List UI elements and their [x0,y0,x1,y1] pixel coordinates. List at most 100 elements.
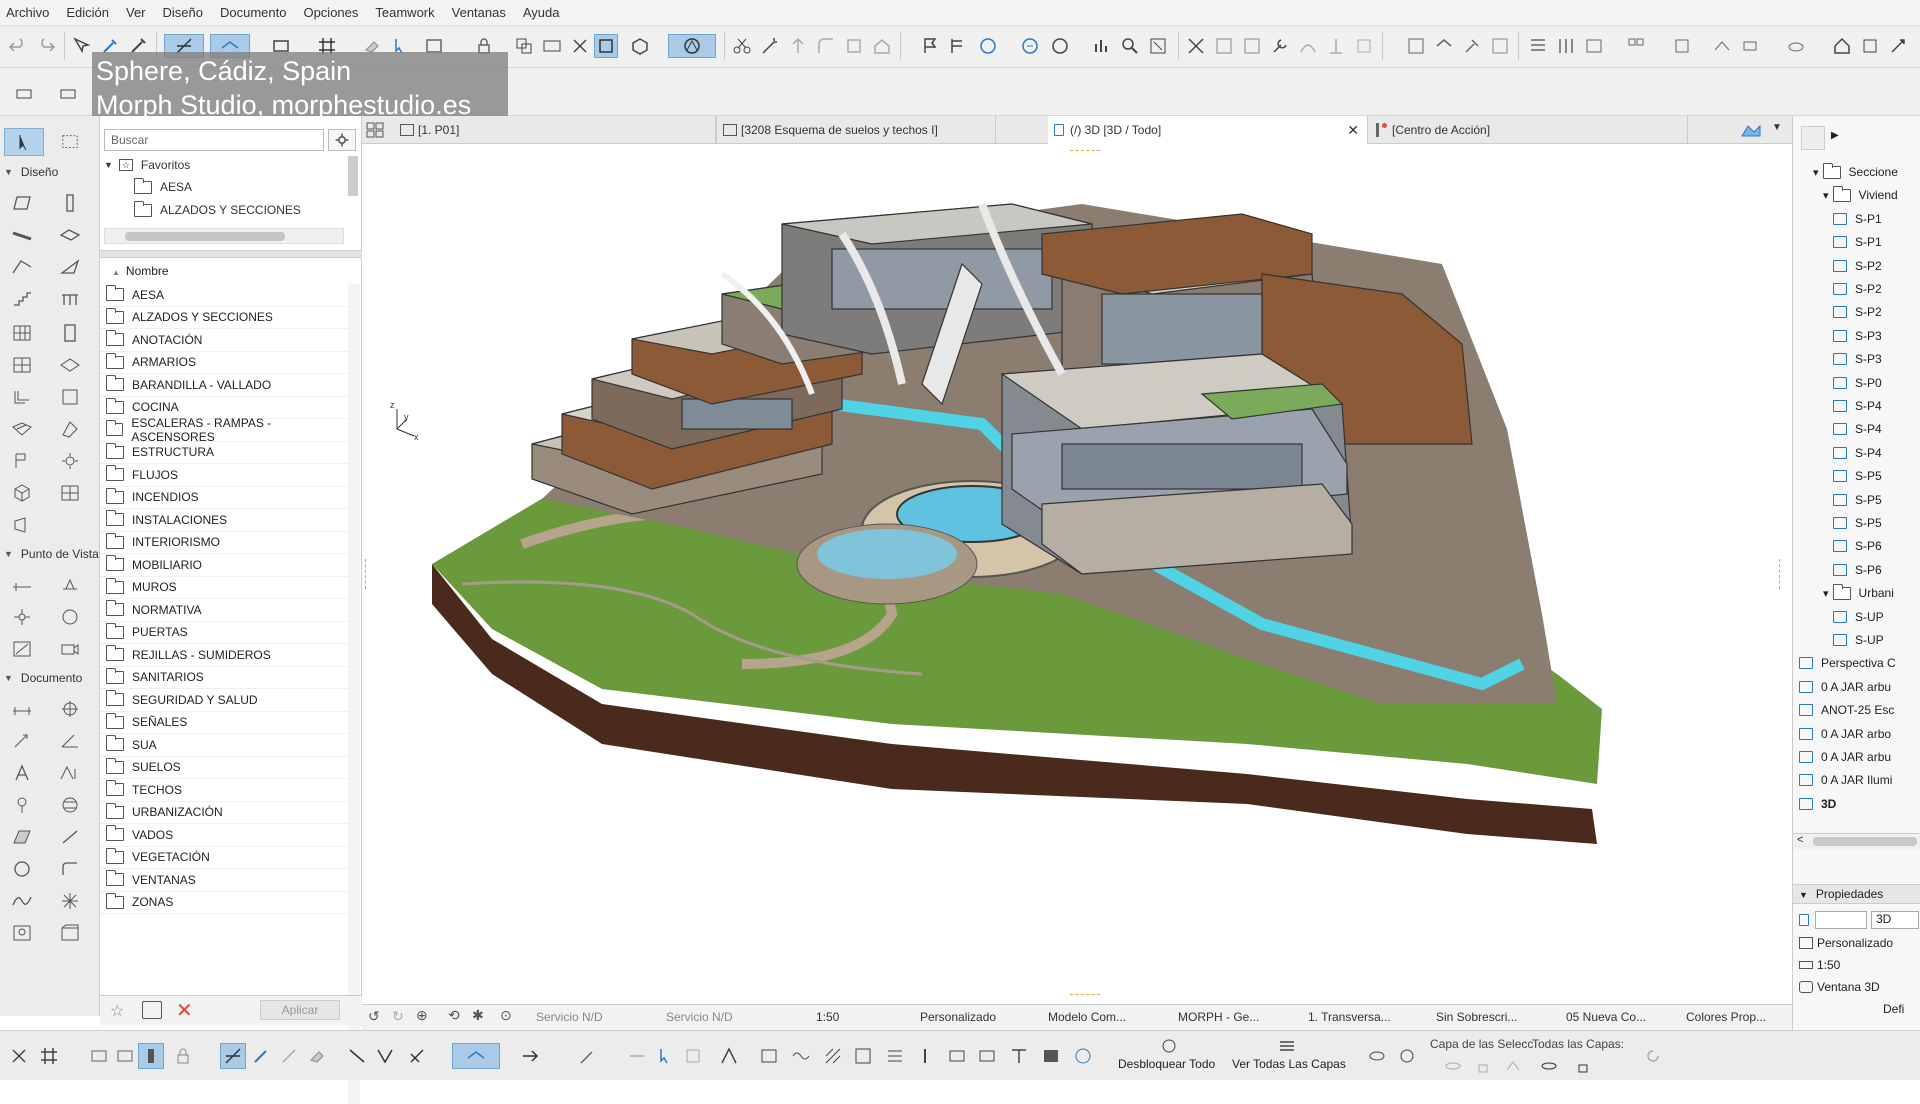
elevation-icon[interactable] [1324,34,1348,58]
object-tool-icon[interactable] [8,384,36,410]
menu-teamwork[interactable]: Teamwork [375,5,434,20]
view-map-item[interactable]: S-P4 [1833,442,1882,464]
cloud-icon[interactable] [1778,34,1814,58]
show-layers-icon[interactable] [1274,1033,1300,1059]
multiply-icon[interactable] [680,1043,706,1069]
spline-tool-icon[interactable] [8,888,36,914]
grid-snap-bottom-icon[interactable] [36,1043,62,1069]
folder-row[interactable]: SUA [100,734,348,757]
detail-icon[interactable] [8,636,36,662]
undo-zoom-icon[interactable]: ↺ [368,1008,380,1025]
view-map-item[interactable]: S-P5 [1833,489,1882,511]
fit-window-icon[interactable] [1146,34,1170,58]
favorite-item[interactable]: AESA [134,176,192,198]
teamwork-receive-icon[interactable] [1048,34,1072,58]
fit-icon[interactable]: ⊙ [500,1007,512,1024]
view-map-item[interactable]: S-UP [1833,629,1884,651]
view-map-icon[interactable] [1801,126,1825,150]
distribute-icon[interactable] [1554,34,1578,58]
tab-grid-icon[interactable] [366,122,384,138]
view-map-item[interactable]: S-P4 [1833,395,1882,417]
view-map-item[interactable]: S-P4 [1833,418,1882,440]
favorites-header[interactable]: ▼ ☆ Favoritos [104,154,190,176]
folder-row[interactable]: PUERTAS [100,622,348,644]
window-tool-icon[interactable] [8,352,36,378]
split-icon[interactable] [1184,34,1208,58]
home-icon[interactable] [1830,34,1854,58]
pin-icon[interactable] [8,792,36,818]
folder-row[interactable]: ALZADOS Y SECCIONES [100,307,348,329]
tab-3d-view[interactable]: (/) 3D [3D / Todo] ✕ [1048,116,1368,144]
circle-tool-icon[interactable] [8,856,36,882]
zoom-in-icon[interactable]: ⊕ [416,1007,428,1024]
solid-ops-icon[interactable] [1488,34,1512,58]
all-layers-lock-icon[interactable] [1570,1053,1596,1079]
status-overrides[interactable]: Sin Sobrescri... [1436,1010,1517,1024]
folder-row[interactable]: URBANIZACIÓN [100,802,348,824]
polyline-tool-icon[interactable] [56,856,84,882]
redo-zoom-icon[interactable]: ↻ [392,1008,404,1025]
radial-dimension-icon[interactable] [8,728,36,754]
group-icon[interactable] [512,34,536,58]
cross-snap-icon[interactable] [6,1043,32,1069]
section-marker-icon[interactable] [944,1043,970,1069]
view-map-item[interactable]: S-P3 [1833,325,1882,347]
menu-documento[interactable]: Documento [220,5,286,20]
new-folder-icon[interactable] [142,1001,162,1019]
menu-opciones[interactable]: Opciones [303,5,358,20]
view-map-item[interactable]: 3D [1799,793,1836,815]
layer-eye-icon[interactable] [1440,1053,1466,1079]
table-icon[interactable] [1582,34,1606,58]
section-icon[interactable] [1432,34,1456,58]
favorites-vscrollbar[interactable] [348,156,358,196]
folder-row[interactable]: BARANDILLA - VALLADO [100,374,348,397]
3d-view-icon[interactable] [622,34,658,58]
redo-icon[interactable] [34,34,58,58]
shell-tool-icon[interactable] [56,254,84,280]
view-map-item[interactable]: S-P2 [1833,301,1882,323]
line-tool-icon[interactable] [56,824,84,850]
arrange-icon[interactable] [1664,34,1700,58]
marquee-tool-icon[interactable] [56,132,84,152]
roof-icon[interactable] [870,34,894,58]
view-map-item[interactable]: 0 A JAR Ilumi [1799,769,1892,791]
section-design[interactable]: ▼ Diseño [4,165,58,179]
folder-row[interactable]: SEÑALES [100,712,348,734]
snap-grid-icon[interactable] [716,1043,742,1069]
roof-tool-icon[interactable] [8,254,36,280]
delete-icon[interactable]: ✕ [176,998,193,1023]
orbit-icon[interactable]: ⟲ [448,1007,460,1024]
view-map-item[interactable]: ▾ Urbani [1823,582,1894,604]
properties-header[interactable]: ▼ Propiedades [1793,884,1920,904]
perspective-icon[interactable] [668,34,716,58]
folder-row[interactable]: ANOTACIÓN [100,329,348,352]
stretch-icon[interactable] [1240,34,1264,58]
view-map-item[interactable]: ▾ Seccione [1813,161,1898,183]
door-tool-icon[interactable] [56,320,84,346]
folder-row[interactable]: ESTRUCTURA [100,442,348,464]
status-colors[interactable]: Colores Prop... [1686,1010,1766,1024]
view-map-item[interactable]: S-P3 [1833,348,1882,370]
label-tool-icon[interactable] [56,760,84,786]
view-map-item[interactable]: S-P5 [1833,512,1882,534]
unlock-all-label[interactable]: Desbloquear Todo [1118,1057,1215,1071]
folder-row[interactable]: REJILLAS - SUMIDEROS [100,644,348,667]
globe-icon[interactable] [1070,1043,1096,1069]
snap-bottom-icon[interactable] [452,1043,500,1069]
folder-row[interactable]: INSTALACIONES [100,509,348,532]
folder-row[interactable]: ESCALERAS - RAMPAS - ASCENSORES [100,416,348,444]
walk-icon[interactable]: ✱ [472,1007,484,1024]
curve-icon[interactable] [1296,34,1320,58]
fillet-icon[interactable] [814,34,838,58]
folder-row[interactable]: ARMARIOS [100,352,348,374]
folder-row[interactable]: VEGETACIÓN [100,847,348,869]
angle-bottom-icon[interactable] [372,1043,398,1069]
all-layers-eye-icon[interactable] [1536,1053,1562,1079]
status-scale[interactable]: 1:50 [816,1010,839,1024]
lock-bottom-icon[interactable] [170,1043,196,1069]
folder-row[interactable]: VENTANAS [100,869,348,892]
tab-menu-arrow-icon[interactable]: ▼ [1772,122,1782,133]
dimension-icon[interactable] [540,34,564,58]
view-map-item[interactable]: Perspectiva C [1799,652,1896,674]
library-tool-icon[interactable] [56,384,84,410]
